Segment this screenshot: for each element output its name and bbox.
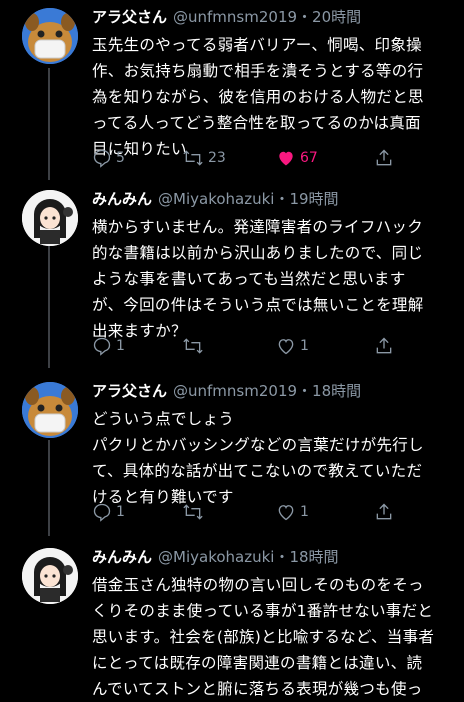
tweet-text: どういう点でしょう パクリとかバッシングなどの言葉だけが先行し て、具体的な話が… <box>92 406 454 510</box>
share-icon <box>376 337 392 354</box>
tweet-text-line: 借金玉さん独特の物の言い回しそのものをそっ <box>92 576 424 594</box>
retweet-count: 23 <box>208 150 226 166</box>
tweet-text-line: て、具体的な話が出てこないので教えていただ <box>92 462 423 480</box>
tweet-text-line: が、今回の件はそういう点では無いことを理解 <box>92 296 424 314</box>
tweet-text-line: 的な書籍は以前から沢山ありましたので、同じ <box>92 244 424 262</box>
tweet-header: みんみん @Miyakohazuki・19時間 <box>92 188 454 210</box>
reply-count: 1 <box>116 504 125 520</box>
share-button[interactable] <box>374 336 394 356</box>
tweet[interactable]: みんみん @Miyakohazuki・18時間 借金玉さん独特の物の言い回しそのも… <box>0 540 464 698</box>
tweet-text-line: 思います。社会を(部族)と比喩するなど、当事者 <box>92 628 435 646</box>
tweet-text-line: にとっては既存の障害関連の書籍とは違い、読 <box>92 654 423 672</box>
like-button[interactable]: 67 <box>276 148 318 168</box>
like-button[interactable]: 1 <box>276 336 309 356</box>
retweet-button[interactable] <box>182 502 208 522</box>
user-handle[interactable]: @unfmnsm2019 <box>173 382 297 400</box>
like-count: 67 <box>300 150 318 166</box>
avatar[interactable] <box>22 8 78 64</box>
timestamp[interactable]: ・20時間 <box>297 8 361 26</box>
tweet-actions: 1 1 <box>92 336 422 360</box>
dog-avatar-icon <box>22 382 78 438</box>
avatar[interactable] <box>22 190 78 246</box>
tweet-text: 横からすいません。発達障害者のライフハック 的な書籍は以前から沢山ありましたので… <box>92 214 454 344</box>
display-name[interactable]: アラ父さん <box>92 8 167 26</box>
retweet-icon <box>183 338 203 354</box>
tweet-text-line: 作、お気持ち扇動で相手を潰そうとする等の行 <box>92 62 424 80</box>
girl-avatar-icon <box>22 548 78 604</box>
tweet-text-line: どういう点でしょう <box>92 410 235 428</box>
heart-icon <box>278 505 294 521</box>
user-handle[interactable]: @Miyakohazuki <box>158 548 274 566</box>
retweet-icon <box>183 504 203 520</box>
tweet-header: みんみん @Miyakohazuki・18時間 <box>92 546 454 568</box>
tweet-header: アラ父さん @unfmnsm2019・20時間 <box>92 6 454 28</box>
tweet-text: 借金玉さん独特の物の言い回しそのものをそっ くりそのまま使っている事が1番許せな… <box>92 572 454 702</box>
tweet-text-line: ってる人ってどう整合性を取ってるのかは真面 <box>92 114 421 132</box>
share-icon <box>376 149 392 166</box>
retweet-button[interactable]: 23 <box>182 148 226 168</box>
like-button[interactable]: 1 <box>276 502 309 522</box>
timestamp[interactable]: ・18時間 <box>274 548 338 566</box>
tweet-text-line: くりそのまま使っている事が1番許せない事だと <box>92 602 434 620</box>
tweet[interactable]: アラ父さん @unfmnsm2019・18時間 どういう点でしょう パクリとかバッ… <box>0 374 464 534</box>
reply-button[interactable]: 5 <box>92 148 125 168</box>
display-name[interactable]: みんみん <box>92 548 152 566</box>
tweet-text-line: ような事を書いてあっても当然だと思います <box>92 270 406 288</box>
tweet-header: アラ父さん @unfmnsm2019・18時間 <box>92 380 454 402</box>
user-handle[interactable]: @unfmnsm2019 <box>173 8 297 26</box>
tweet-text-line: 横からすいません。発達障害者のライフハック <box>92 218 424 236</box>
heart-filled-icon <box>279 151 293 166</box>
retweet-icon <box>183 150 203 166</box>
reply-count: 1 <box>116 338 125 354</box>
reply-icon <box>93 503 111 522</box>
share-button[interactable] <box>374 502 394 522</box>
tweet-text-line: 玉先生のやってる弱者バリアー、恫喝、印象操 <box>92 36 422 54</box>
avatar[interactable] <box>22 548 78 604</box>
tweet[interactable]: アラ父さん @unfmnsm2019・20時間 玉先生のやってる弱者バリアー、恫喝… <box>0 0 464 182</box>
tweet-actions: 1 1 <box>92 502 422 526</box>
reply-icon <box>93 149 111 168</box>
tweet-actions: 5 23 67 <box>92 148 422 172</box>
dog-avatar-icon <box>22 8 78 64</box>
retweet-button[interactable] <box>182 336 208 356</box>
tweet-text: 玉先生のやってる弱者バリアー、恫喝、印象操 作、お気持ち扇動で相手を潰そうとする… <box>92 32 454 162</box>
display-name[interactable]: アラ父さん <box>92 382 167 400</box>
display-name[interactable]: みんみん <box>92 190 152 208</box>
reply-count: 5 <box>116 150 125 166</box>
timestamp[interactable]: ・19時間 <box>274 190 338 208</box>
reply-button[interactable]: 1 <box>92 502 125 522</box>
share-button[interactable] <box>374 148 394 168</box>
share-icon <box>376 503 392 520</box>
user-handle[interactable]: @Miyakohazuki <box>158 190 274 208</box>
girl-avatar-icon <box>22 190 78 246</box>
like-count: 1 <box>300 504 309 520</box>
reply-button[interactable]: 1 <box>92 336 125 356</box>
avatar[interactable] <box>22 382 78 438</box>
reply-icon <box>93 337 111 356</box>
timestamp[interactable]: ・18時間 <box>297 382 361 400</box>
heart-icon <box>278 339 294 355</box>
like-count: 1 <box>300 338 309 354</box>
tweet[interactable]: みんみん @Miyakohazuki・19時間 横からすいません。発達障害者のライ… <box>0 182 464 368</box>
tweet-text-line: パクリとかバッシングなどの言葉だけが先行し <box>92 436 424 454</box>
tweet-text-line: 為を知りながら、彼を信用のおける人物だと思 <box>92 88 424 106</box>
